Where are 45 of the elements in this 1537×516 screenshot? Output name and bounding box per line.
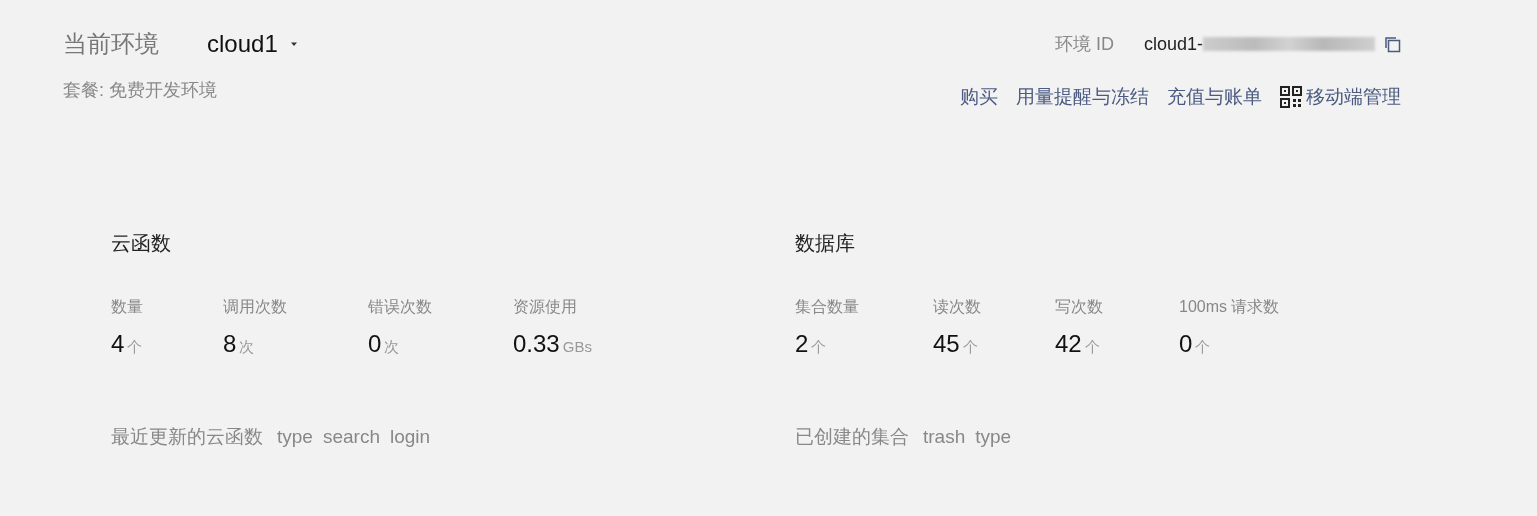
qr-code-icon xyxy=(1280,86,1302,108)
stat-label: 读次数 xyxy=(933,297,982,317)
recent-item-link[interactable]: search xyxy=(322,426,380,448)
recent-item-link[interactable]: type xyxy=(975,426,1012,448)
stat-label: 资源使用 xyxy=(513,297,578,317)
environment-id-label: 环境 ID xyxy=(1054,33,1114,56)
stat-label: 数量 xyxy=(111,297,144,317)
stat-value: 42 xyxy=(1055,330,1082,358)
stat-value: 8 xyxy=(223,330,237,358)
stat-unit: 个 xyxy=(1084,338,1100,357)
copy-icon[interactable] xyxy=(1383,35,1401,53)
environment-id: cloud1- xyxy=(1143,33,1203,55)
stat-label: 集合数量 xyxy=(795,297,860,317)
stat-unit: 次 xyxy=(239,338,255,357)
environment-label: 当前环境 xyxy=(63,29,159,59)
stat-value: 4 xyxy=(111,330,125,358)
section-title: 数据库 xyxy=(795,231,856,256)
stat-value: 0.33 xyxy=(513,330,560,358)
plan-text: 套餐: 免费开发环境 xyxy=(63,79,218,102)
stat-unit: GBs xyxy=(562,338,592,355)
stat-label: 写次数 xyxy=(1055,297,1104,317)
stat-value: 0 xyxy=(1179,330,1193,358)
section-title: 云函数 xyxy=(111,231,172,256)
stat-unit: 次 xyxy=(384,338,400,357)
caret-icon xyxy=(289,41,298,47)
link[interactable]: 移动端管理 xyxy=(1280,84,1401,110)
recent-item-link[interactable]: trash xyxy=(923,426,966,448)
link[interactable]: 用量提醒与冻结 xyxy=(1016,84,1149,110)
stat-unit: 个 xyxy=(962,338,978,357)
environment-dropdown[interactable]: cloud1 xyxy=(207,30,298,58)
stat-label: 100ms 请求数 xyxy=(1179,297,1281,317)
recent-item-link[interactable]: type xyxy=(277,426,313,448)
stat-unit: 个 xyxy=(127,338,143,357)
stat-label: 错误次数 xyxy=(368,297,433,317)
stat-value: 45 xyxy=(933,330,960,358)
link[interactable]: 充值与账单 xyxy=(1167,84,1262,110)
stat-label: 调用次数 xyxy=(223,297,288,317)
recent-label: 已创建的集合 xyxy=(795,425,909,449)
link[interactable]: 购买 xyxy=(960,84,998,110)
recent-label: 最近更新的云函数 xyxy=(111,425,263,449)
stat-value: 0 xyxy=(368,330,382,358)
stat-value: 2 xyxy=(795,330,809,358)
stat-unit: 个 xyxy=(1195,338,1211,357)
stat-unit: 个 xyxy=(811,338,827,357)
recent-item-link[interactable]: login xyxy=(389,426,431,448)
